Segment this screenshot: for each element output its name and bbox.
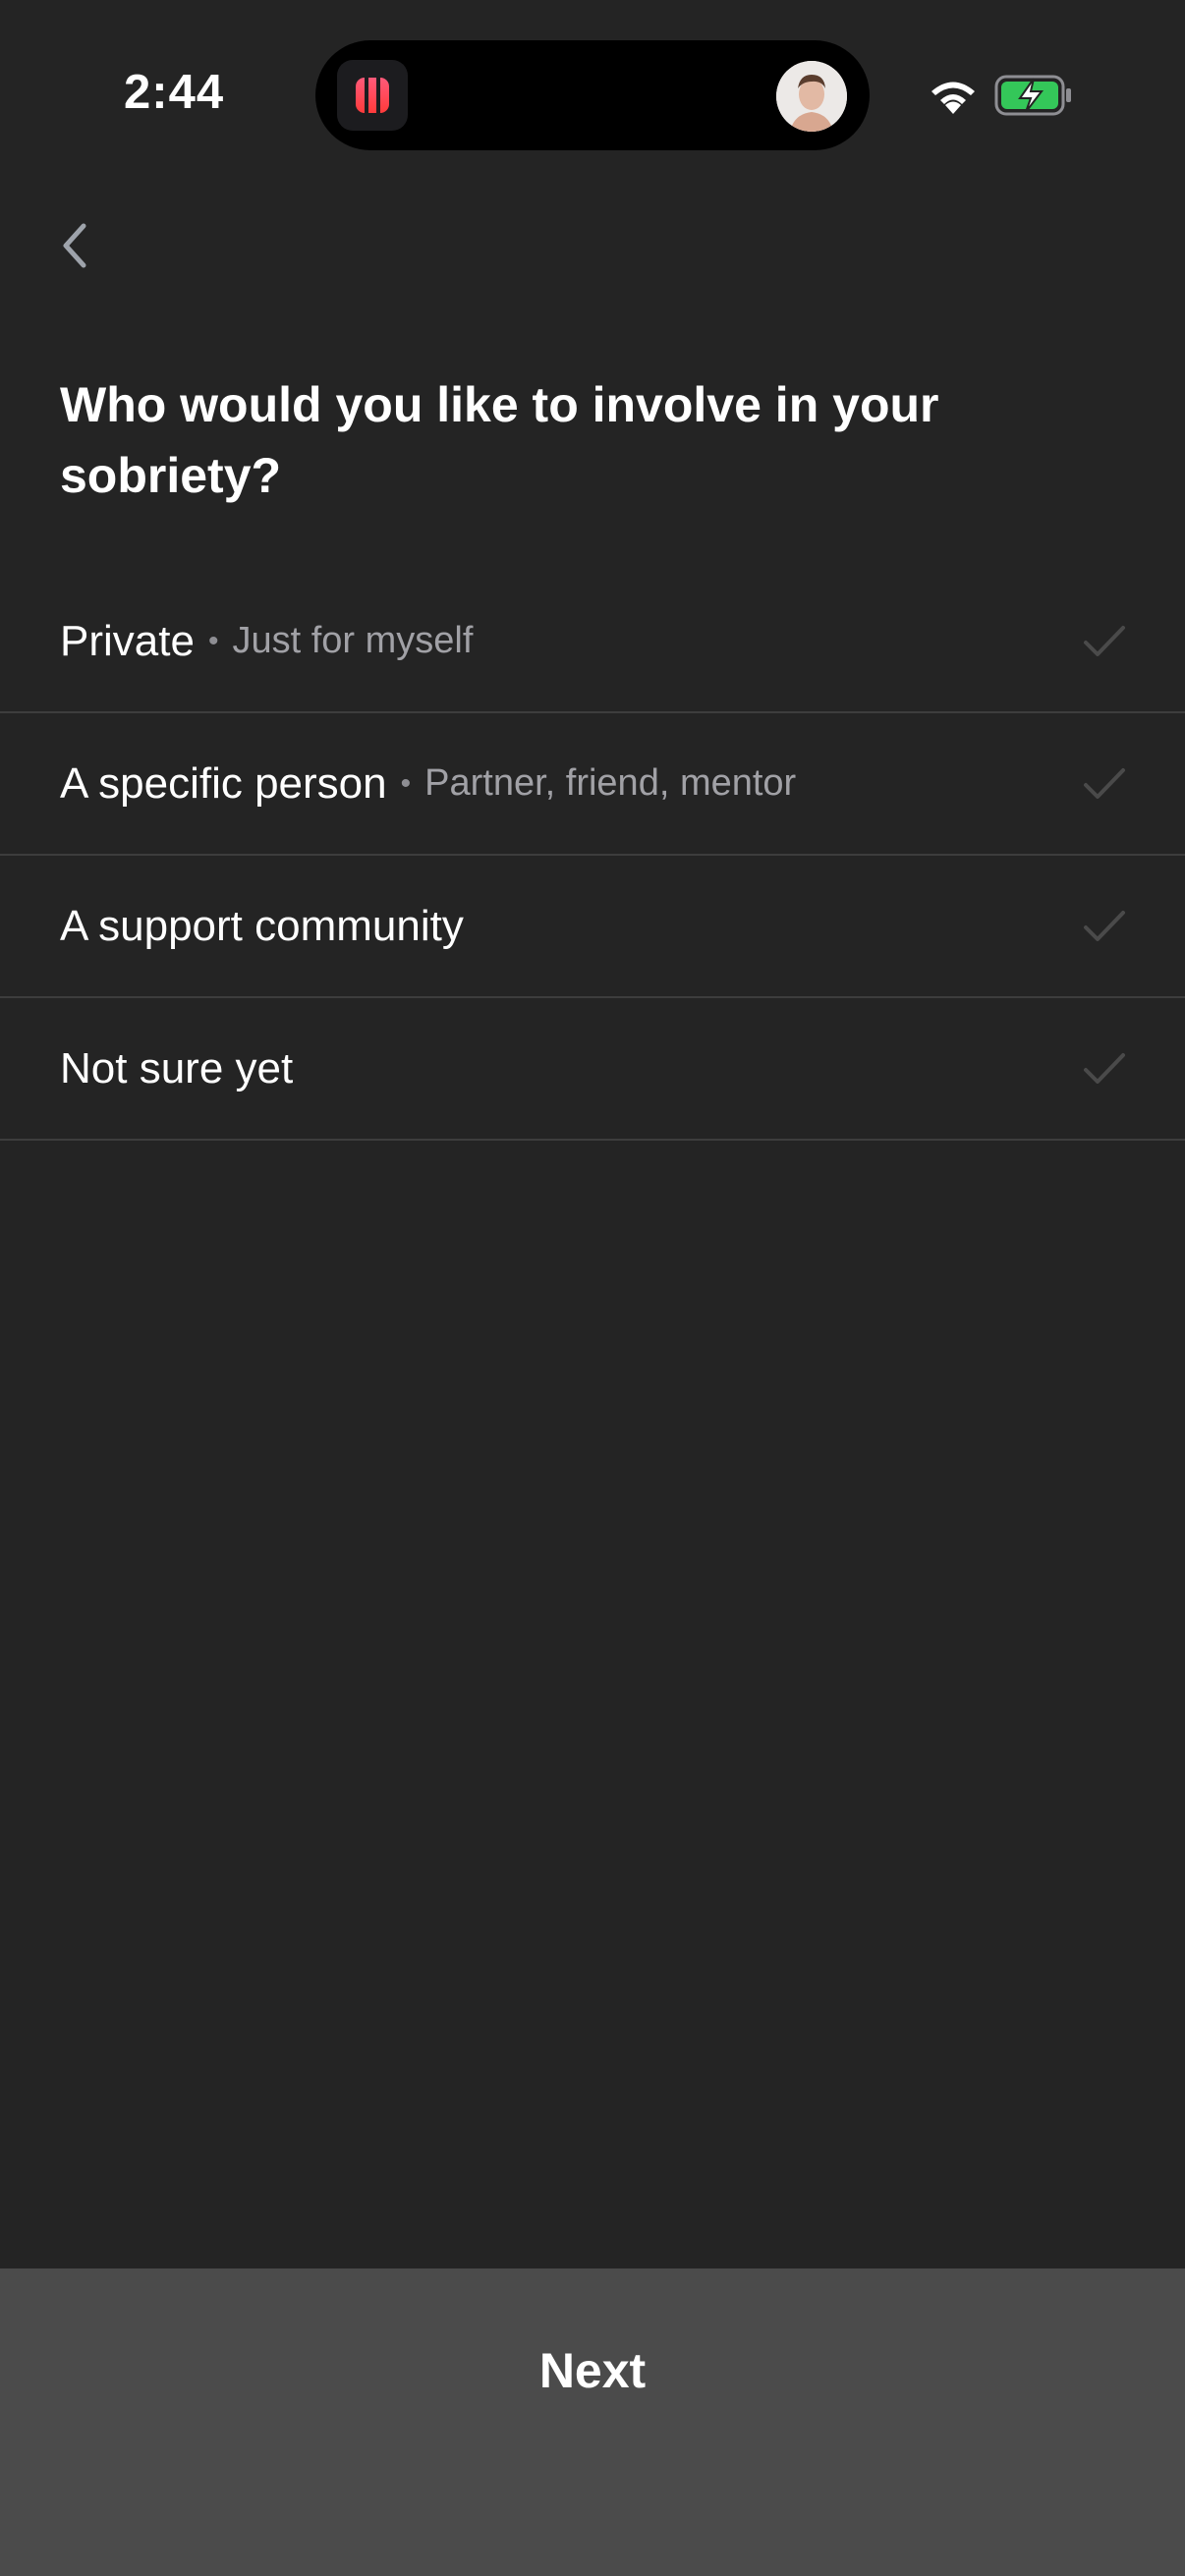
option-sublabel: Partner, friend, mentor bbox=[424, 762, 797, 804]
checkmark-icon bbox=[1084, 910, 1125, 941]
battery-charging-icon bbox=[994, 73, 1073, 118]
option-private[interactable]: Private • Just for myself bbox=[0, 571, 1185, 713]
app-icon bbox=[337, 60, 408, 131]
next-button-label: Next bbox=[538, 2343, 647, 2398]
option-label: Private bbox=[60, 616, 195, 665]
next-button[interactable]: Next bbox=[0, 2268, 1185, 2576]
checkmark-icon bbox=[1084, 625, 1125, 656]
chevron-left-icon bbox=[63, 223, 86, 268]
avatar bbox=[776, 61, 847, 132]
wifi-icon bbox=[926, 75, 981, 116]
option-not-sure-yet[interactable]: Not sure yet bbox=[0, 998, 1185, 1141]
option-separator: • bbox=[207, 624, 219, 657]
option-specific-person[interactable]: A specific person • Partner, friend, men… bbox=[0, 713, 1185, 856]
option-sublabel: Just for myself bbox=[232, 620, 474, 661]
checkmark-icon bbox=[1084, 767, 1125, 799]
option-separator: • bbox=[400, 766, 412, 800]
checkmark-icon bbox=[1084, 1052, 1125, 1084]
options-list: Private • Just for myself A specific per… bbox=[0, 571, 1185, 1141]
option-label: A specific person bbox=[60, 758, 387, 808]
back-button[interactable] bbox=[39, 208, 108, 283]
page-title: Who would you like to involve in your so… bbox=[60, 377, 939, 503]
option-label: Not sure yet bbox=[60, 1043, 294, 1092]
dynamic-island bbox=[315, 40, 870, 150]
status-bar: 2:44 bbox=[0, 0, 1185, 150]
status-time: 2:44 bbox=[124, 66, 225, 119]
option-support-community[interactable]: A support community bbox=[0, 856, 1185, 998]
option-label: A support community bbox=[60, 901, 464, 950]
